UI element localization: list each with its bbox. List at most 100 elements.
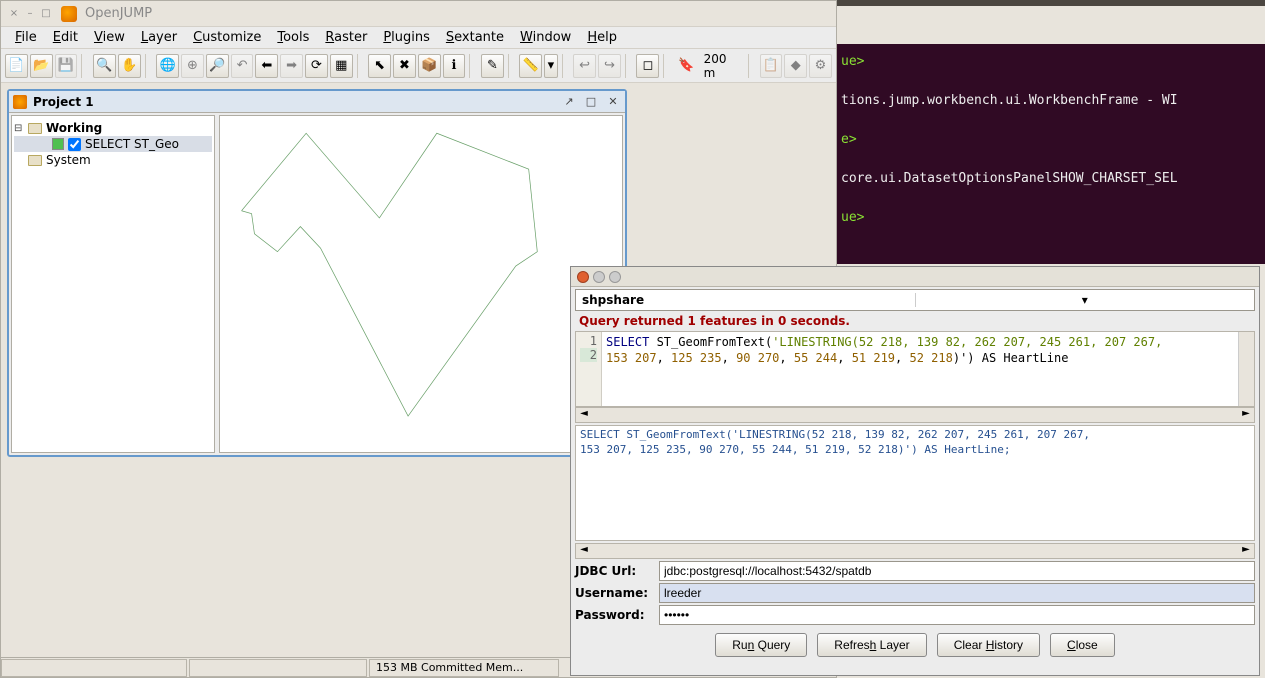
menu-raster[interactable]: Raster <box>317 28 375 47</box>
draw-icon[interactable]: ✎ <box>481 54 504 78</box>
edit-geom-icon[interactable]: ✖ <box>393 54 416 78</box>
jdbc-label: JDBC Url: <box>575 564 653 578</box>
zoom-prev-icon[interactable]: ↶ <box>231 54 254 78</box>
layer-tree[interactable]: ⊟ Working SELECT ST_Geo System <box>11 115 215 453</box>
info-icon[interactable]: ℹ <box>443 54 466 78</box>
window-close-icon[interactable]: × <box>7 7 21 21</box>
window-maximize-icon[interactable]: □ <box>39 7 53 21</box>
refresh-layer-button[interactable]: Refresh Layer <box>817 633 926 657</box>
menu-customize[interactable]: Customize <box>185 28 269 47</box>
layer-color-swatch <box>52 138 64 150</box>
folder-icon <box>28 155 42 166</box>
dialog-button-row: Run Query Refresh Layer Clear History Cl… <box>571 627 1259 663</box>
map-canvas[interactable] <box>219 115 623 453</box>
project-icon <box>13 95 27 109</box>
box-icon[interactable]: 📦 <box>418 54 441 78</box>
paste-icon[interactable]: 📋 <box>760 54 783 78</box>
password-label: Password: <box>575 608 653 622</box>
select-icon[interactable]: ⬉ <box>368 54 391 78</box>
close-button[interactable]: Close <box>1050 633 1115 657</box>
dialog-minimize-icon[interactable] <box>593 271 605 283</box>
menu-layer[interactable]: Layer <box>133 28 185 47</box>
table-icon[interactable]: ▦ <box>330 54 353 78</box>
measure-icon[interactable]: 📏 <box>519 54 542 78</box>
datasource-value: shpshare <box>576 293 915 307</box>
tree-label: Working <box>46 121 102 135</box>
menu-edit[interactable]: Edit <box>45 28 86 47</box>
zoom-icon[interactable]: 🔍 <box>93 54 116 78</box>
history-hscroll[interactable]: ◄ ► <box>575 543 1255 559</box>
undo-icon[interactable]: ↩ <box>573 54 596 78</box>
editor-gutter: 1 2 <box>576 332 602 406</box>
status-cell-1 <box>1 659 187 677</box>
gear-icon[interactable]: ⚙ <box>809 54 832 78</box>
scroll-left-icon[interactable]: ◄ <box>576 544 592 558</box>
save-icon[interactable]: 💾 <box>55 54 78 78</box>
query-history[interactable]: SELECT ST_GeomFromText('LINESTRING(52 21… <box>575 425 1255 541</box>
window-minimize-icon[interactable]: – <box>23 7 37 21</box>
dialog-titlebar[interactable] <box>571 267 1259 287</box>
editor-vscroll[interactable] <box>1238 332 1254 406</box>
menu-window[interactable]: Window <box>512 28 579 47</box>
status-cell-2 <box>189 659 367 677</box>
new-icon[interactable]: 📄 <box>5 54 28 78</box>
project-title: Project 1 <box>33 95 94 109</box>
query-result-message: Query returned 1 features in 0 seconds. <box>571 311 1259 331</box>
clear-history-button[interactable]: Clear History <box>937 633 1040 657</box>
jdbc-url-input[interactable] <box>659 561 1255 581</box>
zoom-full-icon[interactable]: 🌐 <box>156 54 179 78</box>
scroll-right-icon[interactable]: ► <box>1238 544 1254 558</box>
tree-label: System <box>46 153 91 167</box>
sql-editor[interactable]: 1 2 SELECT ST_GeomFromText('LINESTRING(5… <box>575 331 1255 407</box>
menu-plugins[interactable]: Plugins <box>375 28 438 47</box>
layer-visibility-checkbox[interactable] <box>68 138 81 151</box>
status-memory: 153 MB Committed Mem... <box>369 659 559 677</box>
menu-view[interactable]: View <box>86 28 133 47</box>
menu-sextante[interactable]: Sextante <box>438 28 512 47</box>
tag-icon[interactable]: 🔖 <box>675 54 698 78</box>
project-window: Project 1 ↗ □ ✕ ⊟ Working SELECT ST_Geo <box>7 89 627 457</box>
tree-label: SELECT ST_Geo <box>85 137 179 151</box>
heart-geometry <box>220 116 622 452</box>
username-input[interactable] <box>659 583 1255 603</box>
tree-node-working[interactable]: ⊟ Working <box>14 120 212 136</box>
detach-icon[interactable]: ↗ <box>561 95 577 109</box>
editor-hscroll[interactable]: ◄ ► <box>575 407 1255 423</box>
refresh-icon[interactable]: ⟳ <box>305 54 328 78</box>
app-icon <box>61 6 77 22</box>
titlebar: × – □ OpenJUMP <box>1 1 836 27</box>
tree-node-layer[interactable]: SELECT ST_Geo <box>14 136 212 152</box>
pan-icon[interactable]: ✋ <box>118 54 141 78</box>
maximize-icon[interactable]: □ <box>583 95 599 109</box>
zoom-layer-icon[interactable]: 🔎 <box>206 54 229 78</box>
username-label: Username: <box>575 586 653 600</box>
menubar: File Edit View Layer Customize Tools Ras… <box>1 27 836 49</box>
zoom-in-icon[interactable]: ⊕ <box>181 54 204 78</box>
menu-file[interactable]: File <box>7 28 45 47</box>
chevron-down-icon[interactable]: ▾ <box>915 293 1255 307</box>
scroll-left-icon[interactable]: ◄ <box>576 408 592 422</box>
menu-help[interactable]: Help <box>579 28 625 47</box>
scroll-right-icon[interactable]: ► <box>1238 408 1254 422</box>
collapse-icon[interactable]: ⊟ <box>14 123 24 134</box>
password-input[interactable] <box>659 605 1255 625</box>
window-icon[interactable]: ◻ <box>636 54 659 78</box>
measure-drop-icon[interactable]: ▾ <box>544 54 557 78</box>
menu-tools[interactable]: Tools <box>269 28 317 47</box>
open-icon[interactable]: 📂 <box>30 54 53 78</box>
run-query-button[interactable]: Run Query <box>715 633 807 657</box>
forward-icon[interactable]: ➡ <box>280 54 303 78</box>
close-icon[interactable]: ✕ <box>605 95 621 109</box>
dialog-maximize-icon[interactable] <box>609 271 621 283</box>
db-query-dialog: shpshare ▾ Query returned 1 features in … <box>570 266 1260 676</box>
toolbar: 📄 📂 💾 🔍 ✋ 🌐 ⊕ 🔎 ↶ ⬅ ➡ ⟳ ▦ ⬉ ✖ 📦 ℹ ✎ 📏 ▾ … <box>1 49 836 83</box>
tree-node-system[interactable]: System <box>14 152 212 168</box>
dialog-close-icon[interactable] <box>577 271 589 283</box>
datasource-combo[interactable]: shpshare ▾ <box>575 289 1255 311</box>
project-titlebar: Project 1 ↗ □ ✕ <box>9 91 625 113</box>
folder-icon <box>28 123 42 134</box>
back-icon[interactable]: ⬅ <box>255 54 278 78</box>
diamond-icon[interactable]: ◆ <box>784 54 807 78</box>
redo-icon[interactable]: ↪ <box>598 54 621 78</box>
sql-text[interactable]: SELECT ST_GeomFromText('LINESTRING(52 21… <box>602 332 1254 406</box>
